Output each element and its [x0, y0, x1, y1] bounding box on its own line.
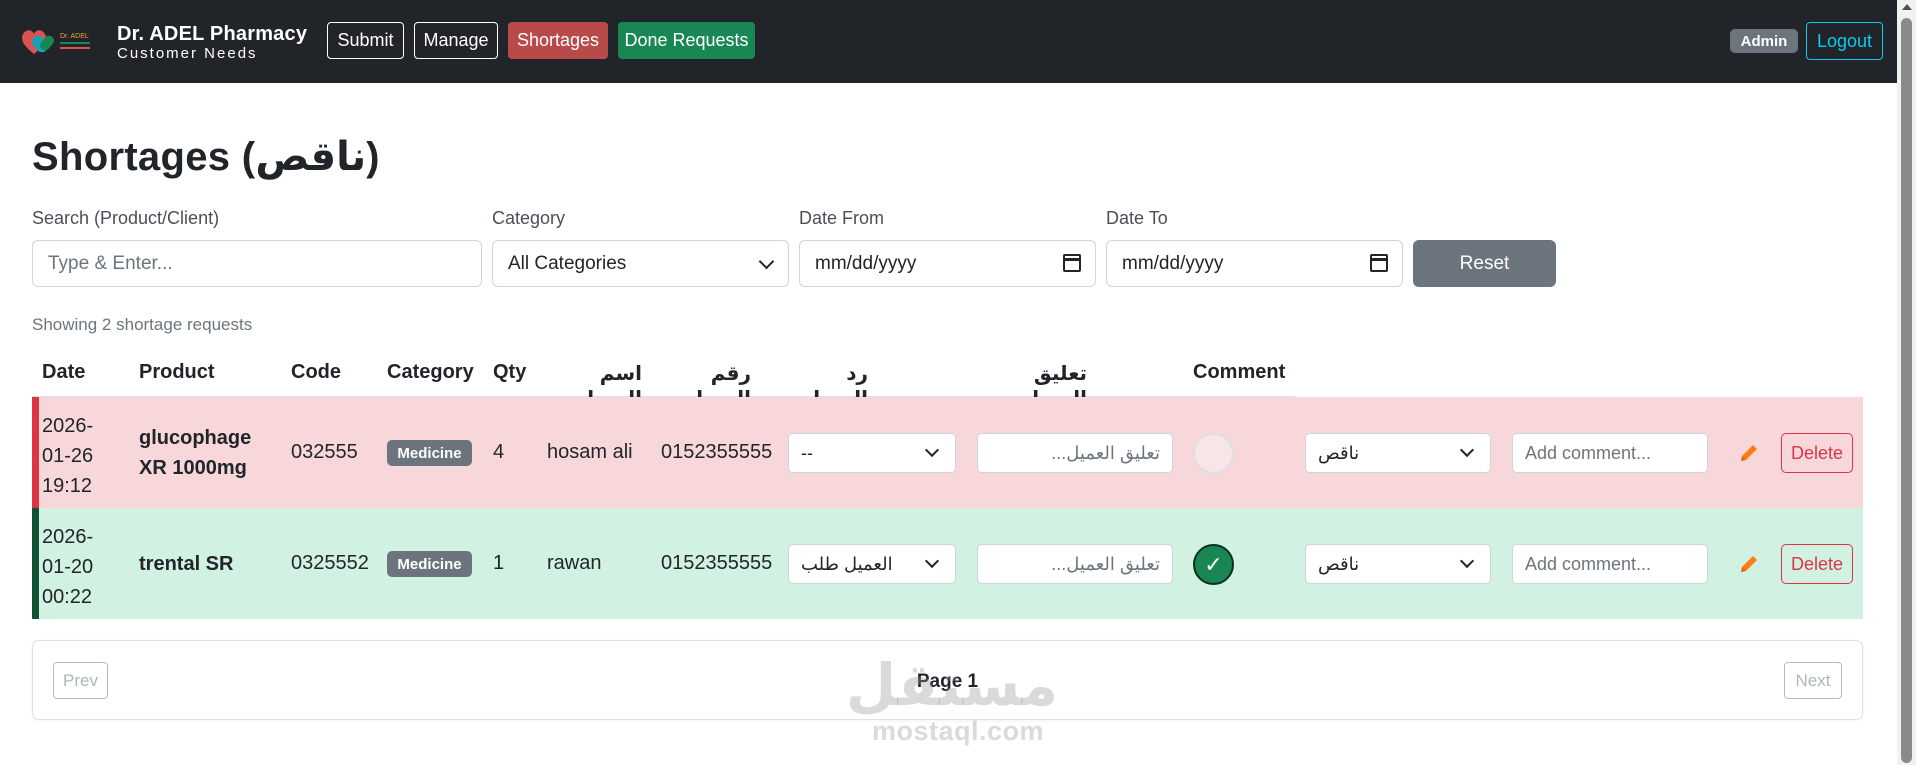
date-part: 2026-: [42, 415, 94, 437]
date-part: 19:12: [42, 475, 93, 497]
row-product: glucophage XR 1000mg: [139, 423, 251, 483]
brand[interactable]: Dr. ADEL Pharmacy Customer Needs: [117, 22, 307, 62]
header-comment: Comment: [1193, 361, 1286, 383]
table-row: 2026- 01-20 00:22 trental SR 0325552 Med…: [32, 508, 1863, 619]
manage-nav-button[interactable]: Manage: [414, 22, 498, 59]
date-part: 2026-: [42, 526, 94, 548]
done-requests-nav-button[interactable]: Done Requests: [618, 22, 755, 59]
date-to-input[interactable]: mm/dd/yyyy: [1106, 240, 1403, 287]
row-date: 2026- 01-20 00:22: [42, 522, 93, 612]
chevron-down-icon: [1459, 442, 1475, 458]
table-row: 2026- 01-26 19:12 glucophage XR 1000mg 0…: [32, 397, 1863, 508]
row-client-phone: 0152355555: [661, 441, 773, 463]
row-qty: 1: [493, 552, 505, 574]
pencil-icon[interactable]: [1738, 442, 1760, 464]
client-reply-select[interactable]: --: [788, 433, 956, 473]
delete-button[interactable]: Delete: [1781, 433, 1853, 473]
category-badge: Medicine: [387, 551, 472, 577]
product-part: glucophage: [139, 427, 252, 449]
category-label: Category: [492, 208, 566, 228]
row-qty: 4: [493, 441, 505, 463]
shortages-nav-button[interactable]: Shortages: [508, 22, 608, 59]
row-product: trental SR: [139, 549, 233, 579]
status-value: ناقص: [1318, 553, 1360, 574]
admin-badge: Admin: [1730, 29, 1798, 53]
chevron-down-icon: [758, 253, 775, 270]
client-comment-input[interactable]: تعليق العميل...: [977, 433, 1173, 473]
date-to-value: mm/dd/yyyy: [1122, 252, 1224, 274]
check-icon: ✓: [1204, 551, 1223, 577]
header-qty: Qty: [493, 361, 527, 383]
results-count: Showing 2 shortage requests: [32, 315, 253, 334]
date-from-input[interactable]: mm/dd/yyyy: [799, 240, 1096, 287]
client-reply-value: --: [801, 442, 813, 463]
header-category: Category: [387, 361, 474, 383]
comment-input[interactable]: Add comment...: [1512, 544, 1708, 584]
chevron-down-icon: [924, 442, 940, 458]
search-label: Search (Product/Client): [32, 208, 220, 228]
search-input[interactable]: Type & Enter...: [32, 240, 482, 287]
scroll-thumb[interactable]: [1901, 18, 1912, 763]
comment-input[interactable]: Add comment...: [1512, 433, 1708, 473]
done-toggle[interactable]: [1193, 433, 1234, 474]
date-part: 01-20: [42, 556, 94, 578]
scrollbar[interactable]: [1897, 0, 1916, 765]
row-code: 032555: [291, 441, 358, 463]
date-from-label: Date From: [799, 208, 885, 228]
status-select[interactable]: ناقص: [1305, 433, 1491, 473]
header-code: Code: [291, 361, 341, 383]
chevron-down-icon: [1459, 553, 1475, 569]
product-part: XR 1000mg: [139, 457, 247, 479]
watermark: مستقل mostaql.com: [845, 653, 1058, 746]
brand-subtitle: Customer Needs: [117, 45, 258, 62]
navbar: Dr. ADEL Dr. ADEL Pharmacy Customer Need…: [0, 0, 1897, 83]
client-comment-input[interactable]: تعليق العميل...: [977, 544, 1173, 584]
category-select[interactable]: All Categories: [492, 240, 789, 287]
client-reply-value: العميل طلب: [801, 553, 893, 574]
date-from-value: mm/dd/yyyy: [815, 252, 917, 274]
next-button[interactable]: Next: [1784, 662, 1842, 699]
date-part: 01-26: [42, 445, 94, 467]
calendar-icon[interactable]: [1370, 254, 1388, 272]
status-select[interactable]: ناقص: [1305, 544, 1491, 584]
pencil-icon[interactable]: [1738, 553, 1760, 575]
date-part: 00:22: [42, 586, 93, 608]
reset-button[interactable]: Reset: [1413, 240, 1556, 287]
row-date: 2026- 01-26 19:12: [42, 411, 93, 501]
calendar-icon[interactable]: [1063, 254, 1081, 272]
product-part: trental SR: [139, 553, 234, 575]
page-title: Shortages (ناقص): [32, 135, 380, 179]
header-date: Date: [42, 361, 86, 383]
logo-text: Dr. ADEL: [60, 33, 89, 40]
brand-title: Dr. ADEL Pharmacy: [117, 23, 308, 45]
row-code: 0325552: [291, 552, 369, 574]
watermark-arabic: مستقل: [845, 653, 1058, 718]
row-client-phone: 0152355555: [661, 552, 773, 574]
table-header: Date Product Code Category Qty اسم العمي…: [32, 348, 1295, 410]
logout-button[interactable]: Logout: [1806, 22, 1883, 60]
done-toggle-checked[interactable]: ✓: [1193, 544, 1234, 585]
client-reply-select[interactable]: العميل طلب: [788, 544, 956, 584]
chevron-down-icon: [924, 553, 940, 569]
category-select-value: All Categories: [508, 252, 627, 274]
category-badge: Medicine: [387, 440, 472, 466]
header-product: Product: [139, 361, 215, 383]
status-value: ناقص: [1318, 442, 1360, 463]
heart-pills-logo-icon[interactable]: Dr. ADEL: [20, 26, 96, 58]
submit-nav-button[interactable]: Submit: [327, 22, 404, 59]
row-client-name: rawan: [547, 552, 602, 574]
scroll-up-arrow-icon[interactable]: [1902, 4, 1912, 10]
row-client-name: hosam ali: [547, 441, 633, 463]
date-to-label: Date To: [1106, 208, 1168, 228]
watermark-latin: mostaql.com: [871, 716, 1045, 746]
delete-button[interactable]: Delete: [1781, 544, 1853, 584]
